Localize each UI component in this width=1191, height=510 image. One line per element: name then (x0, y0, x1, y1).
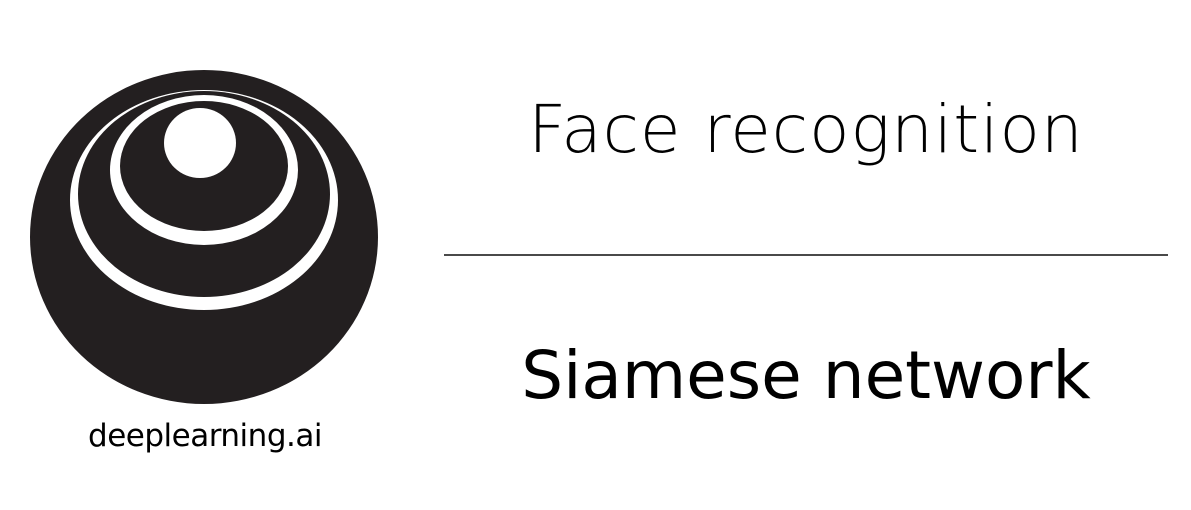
deeplearning-ai-logo-icon (30, 70, 378, 404)
divider-line (444, 254, 1168, 256)
brand-name: deeplearning.ai (88, 418, 322, 454)
slide-subtitle: Siamese network (521, 337, 1091, 414)
slide-title: Face recognition (528, 91, 1084, 168)
